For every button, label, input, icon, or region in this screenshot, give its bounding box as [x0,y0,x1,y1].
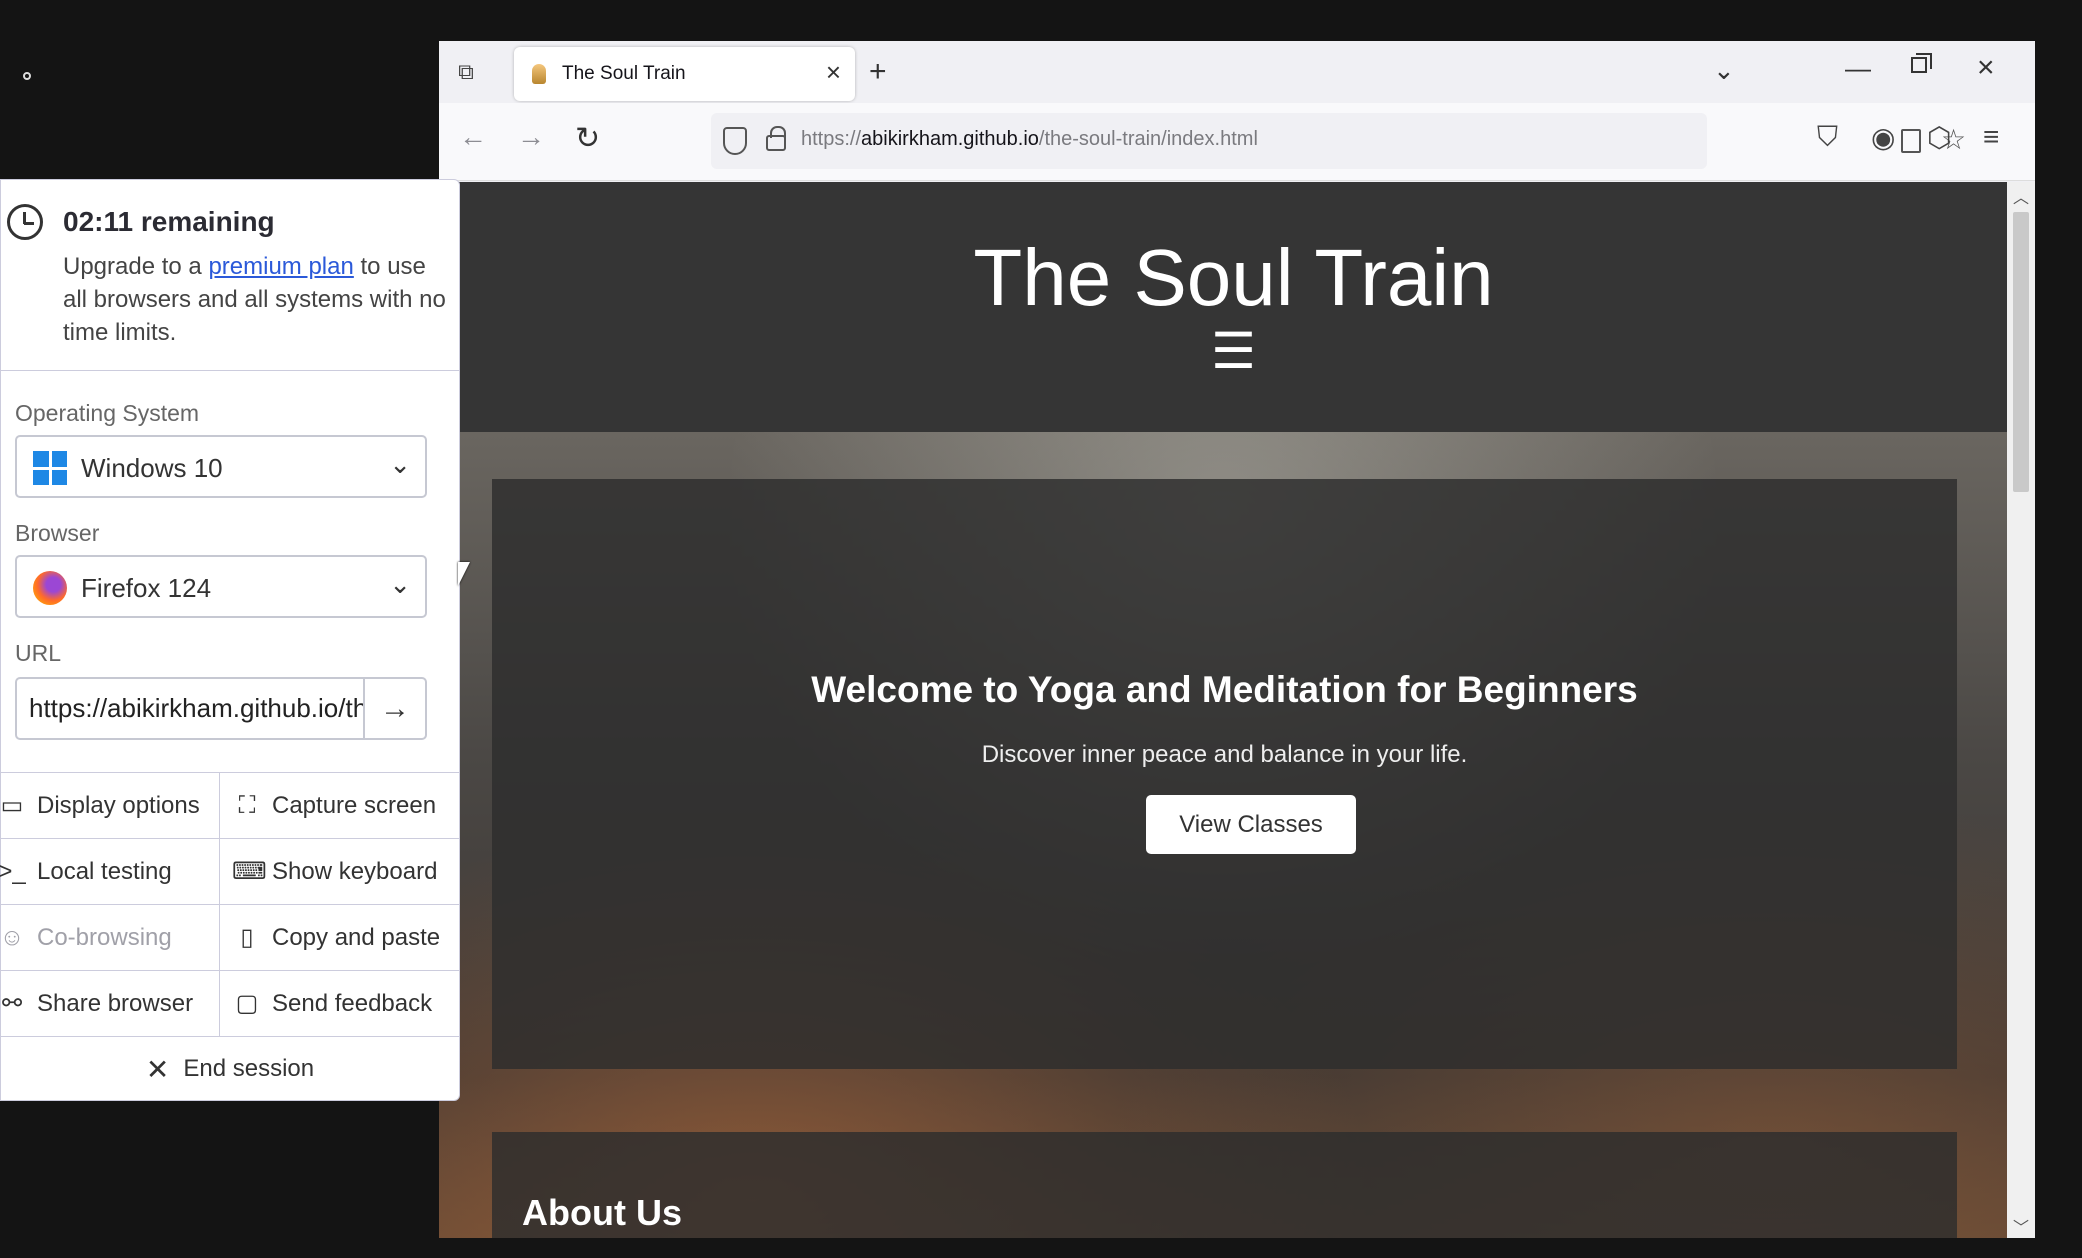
scroll-down-icon[interactable]: ﹀ [2013,1214,2029,1238]
local-testing-button[interactable]: >_ Local testing [0,839,220,905]
status-dot [23,72,31,80]
about-heading: About Us [522,1192,682,1233]
monitor-icon: ▭ [0,792,24,819]
site-header: The Soul Train ☰ [460,182,2007,432]
reader-view-icon[interactable] [1901,129,1921,153]
url-label: URL [15,640,62,666]
tab-active[interactable]: The Soul Train × [514,47,855,101]
mouse-cursor [458,562,470,586]
about-section: About Us [492,1132,1957,1238]
capture-icon: ⛶ [238,791,256,819]
tab-title: The Soul Train [562,63,686,84]
forward-icon[interactable]: → [517,121,545,153]
copy-paste-button[interactable]: ▯ Copy and paste [220,905,459,971]
users-icon: ☺ [0,923,25,951]
tab-favicon-icon [532,64,546,84]
browser-window: ⧉ The Soul Train × + ⌄ — × ← → ↻ https:/… [439,41,2035,1238]
nav-bar: ← → ↻ https://abikirkham.github.io/the-s… [439,103,2035,181]
hamburger-icon[interactable]: ☰ [460,322,2007,380]
windows-icon [33,451,67,485]
restore-icon[interactable] [1911,53,1932,73]
link-icon: ⚯ [1,990,23,1017]
url-input[interactable] [15,677,365,740]
close-icon: ✕ [145,1053,170,1085]
end-session-button[interactable]: ✕ End session [1,1038,459,1100]
back-icon[interactable]: ← [459,121,487,153]
page-viewport: The Soul Train ☰ Welcome to Yoga and Med… [439,182,2007,1238]
lock-icon[interactable] [766,126,786,151]
upgrade-text: Upgrade to a premium plan to use all bro… [63,253,446,346]
hero-section: Welcome to Yoga and Meditation for Begin… [439,432,2007,1238]
os-label: Operating System [15,400,200,426]
session-panel: 02:11 remaining Upgrade to a premium pla… [0,179,460,1101]
co-browsing-button[interactable]: ☺ Co-browsing [0,905,220,971]
tab-close-icon[interactable]: × [826,57,841,88]
menu-icon[interactable]: ≡ [1983,121,1999,153]
message-icon: ▢ [235,990,259,1017]
clock-icon [7,204,43,240]
shield-icon[interactable] [723,127,747,155]
time-remaining: 02:11 remaining [63,206,275,237]
terminal-icon: >_ [0,857,26,885]
capture-screen-button[interactable]: ⛶ Capture screen [220,773,459,839]
tab-bar: ⧉ The Soul Train × + ⌄ — × [439,41,2035,103]
options-grid: ▭ Display options ⛶ Capture screen >_ Local… [0,772,459,1037]
send-feedback-button[interactable]: ▢ Send feedback [220,971,459,1037]
display-options-button[interactable]: ▭ Display options [1,773,220,839]
view-classes-button[interactable]: View Classes [1146,795,1356,854]
window-close-icon[interactable]: × [1977,51,1995,85]
share-browser-button[interactable]: ⚯ Share browser [1,971,220,1037]
scroll-up-icon[interactable]: ︿ [2013,184,2029,208]
hero-heading: Welcome to Yoga and Meditation for Begin… [811,669,1638,710]
extensions-icon[interactable]: ⬡ [1927,121,1951,154]
os-value: Windows 10 [81,453,223,483]
chevron-down-icon: ⌄ [389,449,411,479]
browser-label: Browser [15,520,100,546]
minimize-icon[interactable]: — [1845,53,1871,84]
tab-list-icon[interactable]: ⧉ [451,57,481,87]
reload-icon[interactable]: ↻ [575,121,600,156]
hero-subtitle: Discover inner peace and balance in your… [981,741,1468,768]
premium-plan-link[interactable]: premium plan [208,253,353,280]
pocket-icon[interactable]: ⛉ [1817,121,1838,154]
account-icon[interactable]: ◉ [1871,121,1895,154]
chevron-down-icon: ⌄ [389,569,411,599]
scroll-thumb[interactable] [2013,212,2029,492]
clipboard-icon: ▯ [240,924,254,951]
new-tab-icon[interactable]: + [869,55,887,89]
url-text[interactable]: https://abikirkham.github.io/the-soul-tr… [801,128,1258,151]
show-keyboard-button[interactable]: ⌨ Show keyboard [220,839,459,905]
scrollbar[interactable]: ︿ ﹀ [2007,182,2035,1238]
keyboard-icon: ⌨ [232,858,267,885]
url-bar[interactable]: https://abikirkham.github.io/the-soul-tr… [711,113,1966,169]
firefox-icon [33,571,67,605]
os-select[interactable]: Windows 10 ⌄ [15,435,427,498]
browser-select[interactable]: Firefox 124 ⌄ [15,555,427,618]
divider [1,370,459,371]
browser-value: Firefox 124 [81,573,212,603]
chevron-down-icon[interactable]: ⌄ [1713,55,1735,86]
site-title: The Soul Train [973,233,1494,322]
go-arrow-icon[interactable]: → [363,677,427,740]
hero-card: Welcome to Yoga and Meditation for Begin… [492,479,1957,1069]
